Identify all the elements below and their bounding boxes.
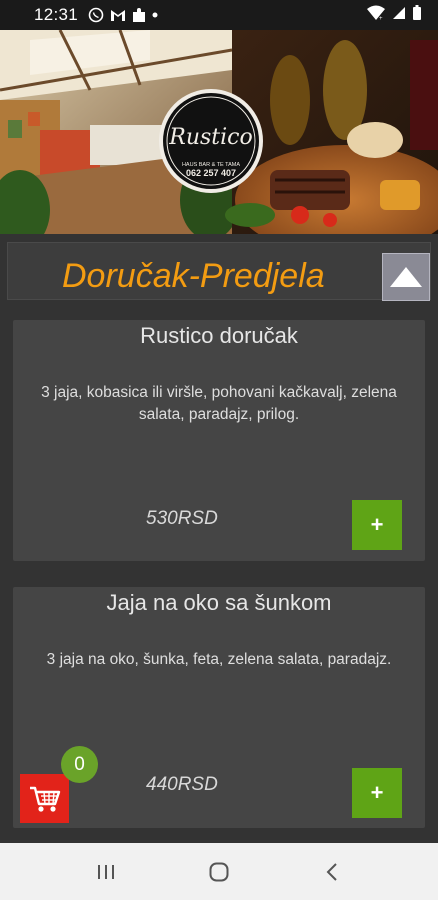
signal-icon <box>392 5 406 25</box>
recents-button[interactable] <box>76 852 136 892</box>
item-description: 3 jaja, kobasica ili viršle, pohovani ka… <box>41 384 397 423</box>
back-icon <box>326 862 337 881</box>
svg-text:062 257 407: 062 257 407 <box>186 168 236 178</box>
item-name: Rustico doručak <box>140 323 298 348</box>
shopping-cart-icon <box>29 786 60 812</box>
add-to-cart-button[interactable]: + <box>352 500 402 550</box>
triangle-up-icon <box>390 267 422 287</box>
status-time: 12:31 <box>34 5 79 24</box>
item-description: 3 jaja na oko, šunka, feta, zelena salat… <box>46 651 392 668</box>
menu-item-card: Rustico doručak 3 jaja, kobasica ili vir… <box>13 320 425 561</box>
item-name: Jaja na oko sa šunkom <box>106 590 332 615</box>
item-price: 530RSD <box>146 508 218 529</box>
collapse-button[interactable] <box>382 253 430 301</box>
status-bar: 12:31 + <box>0 0 438 30</box>
viber-icon <box>88 7 104 23</box>
svg-text:Rustico: Rustico <box>168 125 252 150</box>
app-screen: 12:31 + Rustico HAUS BAR & TE TAMA 062 2… <box>0 0 438 900</box>
home-icon <box>209 862 229 881</box>
item-price: 440RSD <box>146 774 218 795</box>
recents-icon <box>98 864 115 879</box>
home-button[interactable] <box>189 852 249 892</box>
svg-text:+: + <box>379 16 383 21</box>
add-to-cart-button[interactable]: + <box>352 768 402 818</box>
puzzle-icon <box>132 7 146 23</box>
cart-count-badge: 0 <box>61 746 98 783</box>
system-icons: + <box>366 4 422 26</box>
notification-icons <box>88 7 158 23</box>
dot-icon <box>152 12 158 18</box>
rustico-logo: Rustico HAUS BAR & TE TAMA 062 257 407 <box>158 88 264 194</box>
navigation-bar <box>0 843 438 900</box>
wifi-icon: + <box>366 5 386 26</box>
cart-button[interactable] <box>20 774 69 823</box>
battery-icon <box>412 4 422 26</box>
gmail-icon <box>110 8 126 22</box>
category-title: Doručak-Predjela <box>62 257 325 295</box>
category-header: Doručak-Predjela <box>7 242 431 301</box>
menu-item-card: Jaja na oko sa šunkom 3 jaja na oko, šun… <box>13 587 425 828</box>
back-button[interactable] <box>302 852 362 892</box>
hero-banner: Rustico HAUS BAR & TE TAMA 062 257 407 <box>0 30 438 234</box>
